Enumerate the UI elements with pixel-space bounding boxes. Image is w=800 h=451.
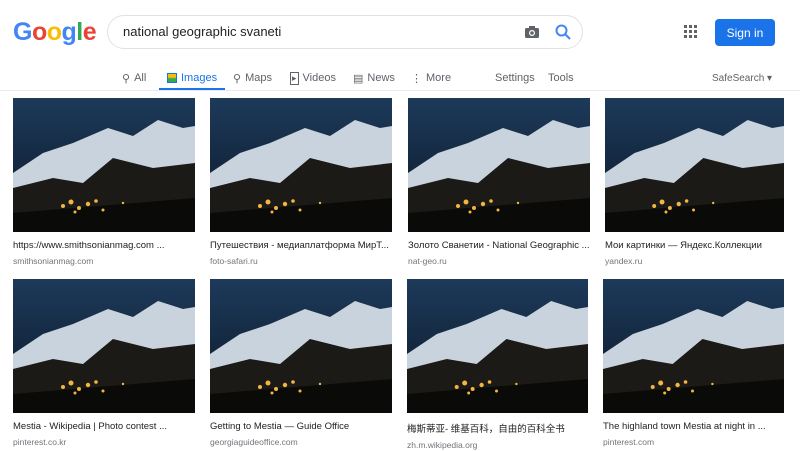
settings-link[interactable]: Settings bbox=[495, 67, 535, 89]
search-input[interactable] bbox=[123, 24, 503, 39]
image-result[interactable]: Золото Сванетии - National Geographic ..… bbox=[408, 98, 594, 266]
result-domain: georgiaguideoffice.com bbox=[210, 437, 298, 447]
tab-label: More bbox=[426, 72, 452, 84]
result-domain: yandex.ru bbox=[605, 256, 643, 266]
image-result[interactable]: Путешествия - медиаплатформа МирТ... fot… bbox=[210, 98, 396, 266]
result-domain: foto-safari.ru bbox=[210, 256, 258, 266]
image-icon bbox=[167, 72, 177, 83]
divider bbox=[0, 90, 800, 91]
map-pin-icon: ⚲ bbox=[233, 72, 242, 85]
result-title[interactable]: https://www.smithsonianmag.com ... bbox=[13, 240, 199, 251]
tab-label: All bbox=[134, 72, 147, 84]
image-result[interactable]: https://www.smithsonianmag.com ... smith… bbox=[13, 98, 199, 266]
result-thumbnail[interactable] bbox=[603, 279, 784, 413]
result-thumbnail[interactable] bbox=[210, 279, 392, 413]
search-icon[interactable] bbox=[554, 23, 572, 41]
result-thumbnail[interactable] bbox=[210, 98, 392, 232]
tab-all[interactable]: ⚲ All bbox=[122, 67, 146, 89]
result-title[interactable]: Путешествия - медиаплатформа МирТ... bbox=[210, 240, 396, 251]
sign-in-button[interactable]: Sign in bbox=[715, 19, 775, 46]
result-domain: nat-geo.ru bbox=[408, 256, 447, 266]
search-box bbox=[107, 15, 583, 49]
result-thumbnail[interactable] bbox=[13, 279, 195, 413]
search-icon: ⚲ bbox=[122, 72, 131, 85]
camera-icon[interactable] bbox=[524, 24, 540, 40]
result-title[interactable]: Мои картинки — Яндекс.Коллекции bbox=[605, 240, 788, 251]
result-domain: pinterest.com bbox=[603, 437, 655, 447]
tab-label: Videos bbox=[302, 72, 336, 84]
play-icon: ▸ bbox=[290, 71, 299, 85]
tab-label: Maps bbox=[245, 72, 272, 84]
tab-more[interactable]: ⋮ More bbox=[411, 67, 451, 89]
result-thumbnail[interactable] bbox=[408, 98, 590, 232]
result-title[interactable]: Getting to Mestia — Guide Office bbox=[210, 421, 396, 432]
result-domain: zh.m.wikipedia.org bbox=[407, 440, 478, 450]
image-result[interactable]: Мои картинки — Яндекс.Коллекции yandex.r… bbox=[605, 98, 788, 266]
result-thumbnail[interactable] bbox=[13, 98, 195, 232]
result-title[interactable]: The highland town Mestia at night in ... bbox=[603, 421, 788, 432]
image-result[interactable]: Getting to Mestia — Guide Office georgia… bbox=[210, 279, 396, 447]
tab-images[interactable]: Images bbox=[159, 67, 226, 90]
image-result[interactable]: The highland town Mestia at night in ...… bbox=[603, 279, 788, 447]
result-title[interactable]: Золото Сванетии - National Geographic ..… bbox=[408, 240, 594, 251]
tab-label: News bbox=[367, 72, 395, 84]
tab-maps[interactable]: ⚲ Maps bbox=[233, 67, 272, 89]
result-domain: pinterest.co.kr bbox=[13, 437, 67, 447]
image-result[interactable]: Mestia - Wikipedia | Photo contest ... p… bbox=[13, 279, 199, 447]
result-title[interactable]: Mestia - Wikipedia | Photo contest ... bbox=[13, 421, 199, 432]
tools-link[interactable]: Tools bbox=[548, 67, 574, 89]
image-result[interactable]: 梅斯蒂亚- 维基百科，自由的百科全书 zh.m.wikipedia.org bbox=[407, 279, 592, 450]
result-thumbnail[interactable] bbox=[407, 279, 588, 413]
result-domain: smithsonianmag.com bbox=[13, 256, 94, 266]
tab-videos[interactable]: ▸ Videos bbox=[290, 67, 336, 89]
safesearch-dropdown[interactable]: SafeSearch ▾ bbox=[712, 67, 772, 89]
apps-grid-icon[interactable] bbox=[684, 25, 698, 39]
google-logo[interactable]: Google bbox=[13, 18, 97, 47]
tab-label: Images bbox=[181, 71, 218, 84]
tab-news[interactable]: ▤ News bbox=[353, 67, 395, 89]
result-thumbnail[interactable] bbox=[605, 98, 784, 232]
news-icon: ▤ bbox=[353, 72, 364, 85]
result-title[interactable]: 梅斯蒂亚- 维基百科，自由的百科全书 bbox=[407, 421, 592, 435]
search-tabs: ⚲ All Images ⚲ Maps ▸ Videos ▤ News ⋮ More Se… bbox=[0, 67, 800, 90]
more-vert-icon: ⋮ bbox=[411, 72, 422, 85]
